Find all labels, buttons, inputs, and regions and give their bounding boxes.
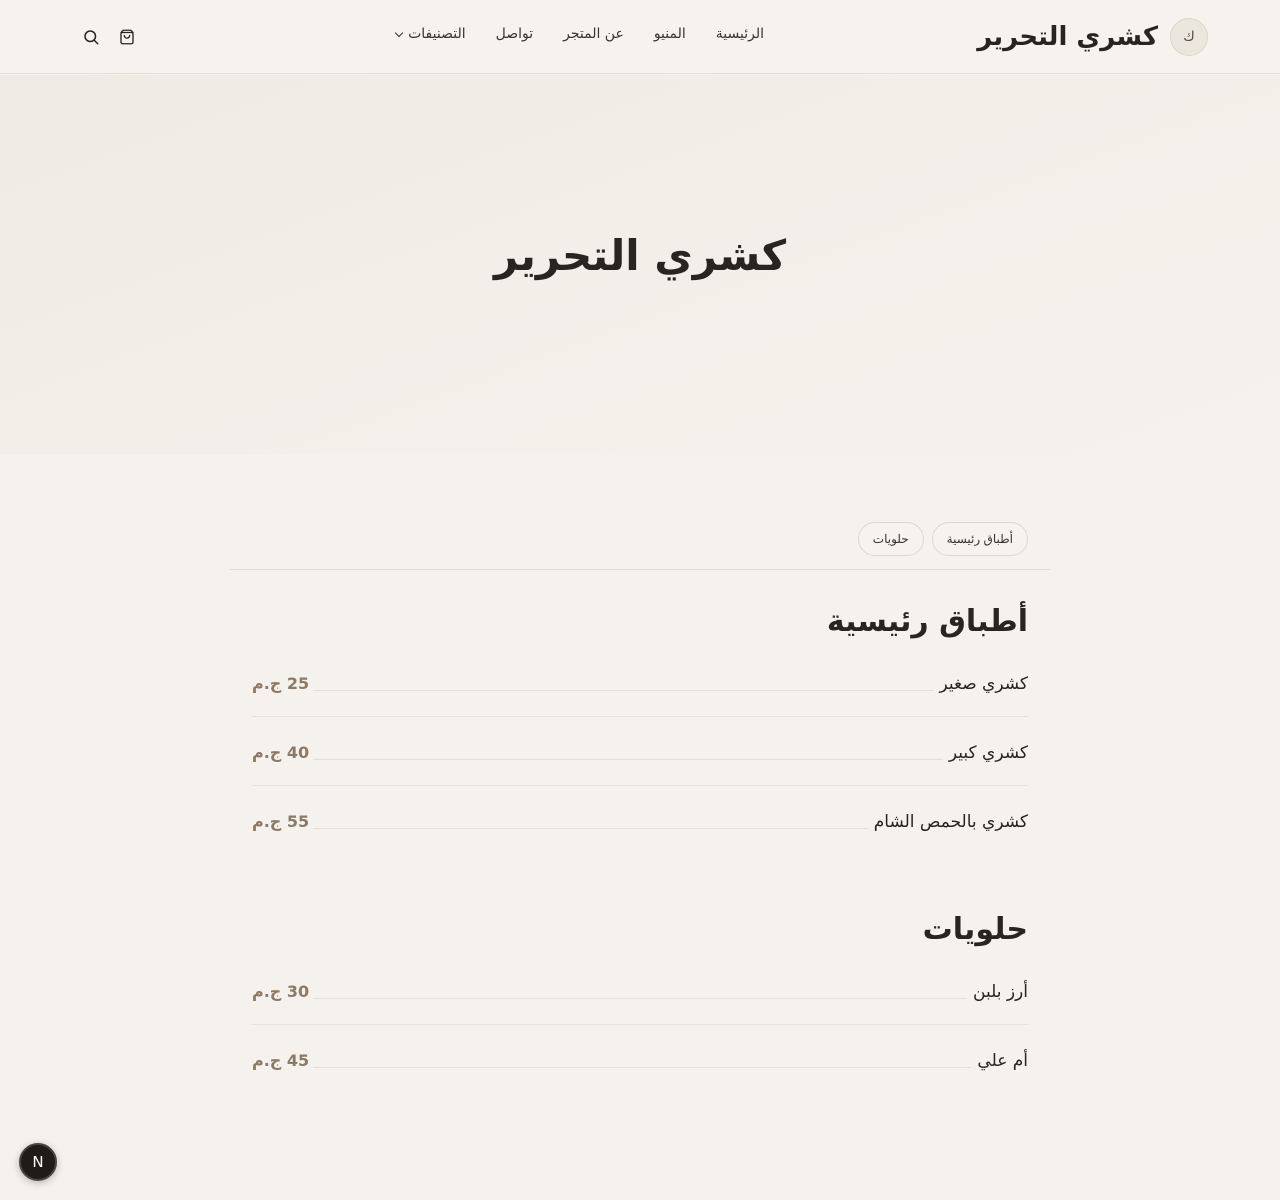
category-tabs: أطباق رئيسية حلويات [857, 522, 1028, 556]
menu-item-name: أم علي [971, 1051, 1028, 1071]
leader-line [300, 1067, 1028, 1068]
menu-item[interactable]: أرز بلبن 30 ج.م [252, 956, 1028, 1025]
nav-categories-label: التصنيفات [408, 26, 466, 42]
menu-item-price: 55 ج.م [252, 812, 314, 831]
nextjs-dev-badge[interactable]: N [19, 1143, 57, 1181]
header-tools [82, 28, 136, 46]
nav-home-label: الرئيسية [715, 26, 764, 42]
search-icon[interactable] [82, 28, 100, 46]
menu-item-name: كشري بالحمص الشام [867, 812, 1028, 832]
menu-item-name: كشري صغير [933, 674, 1028, 694]
menu-item[interactable]: أم علي 45 ج.م [252, 1025, 1028, 1094]
nav-contact[interactable]: تواصل [496, 26, 534, 42]
category-tabs-bar: أطباق رئيسية حلويات [230, 522, 1050, 570]
menu-section-desserts: حلويات أرز بلبن 30 ج.م أم علي 45 ج.م [252, 912, 1028, 1094]
leader-line [300, 690, 1028, 691]
nav-about[interactable]: عن المتجر [563, 26, 624, 42]
hero-banner: كشري التحرير [0, 75, 1280, 455]
nav-menu-label: المنيو [653, 26, 686, 42]
menu-item-price: 40 ج.م [252, 743, 314, 762]
menu-item-name: كشري كبير [942, 743, 1028, 763]
menu-item[interactable]: كشري صغير 25 ج.م [252, 648, 1028, 717]
tab-main-dishes[interactable]: أطباق رئيسية [931, 522, 1028, 556]
menu-item-price: 25 ج.م [252, 674, 314, 693]
section-title: أطباق رئيسية [826, 604, 1028, 639]
cart-icon[interactable] [118, 28, 136, 46]
tab-desserts[interactable]: حلويات [857, 522, 924, 556]
brand-logo-badge: ك [1170, 18, 1208, 56]
menu-item-price: 30 ج.م [252, 982, 314, 1001]
leader-line [300, 998, 1028, 999]
nav-categories-dropdown[interactable]: التصنيفات [394, 26, 466, 42]
section-title: حلويات [922, 912, 1028, 947]
menu-item-name: أرز بلبن [967, 982, 1028, 1002]
menu-item[interactable]: كشري كبير 40 ج.م [252, 717, 1028, 786]
hero-title: كشري التحرير [494, 230, 787, 280]
site-header: ك كشري التحرير الرئيسية المنيو عن المتجر… [0, 0, 1280, 74]
main-nav: الرئيسية المنيو عن المتجر تواصل التصنيفا… [394, 26, 764, 42]
nav-contact-label: تواصل [495, 26, 534, 42]
brand-name: كشري التحرير [977, 22, 1158, 52]
nav-about-label: عن المتجر [563, 26, 624, 42]
nav-home[interactable]: الرئيسية [716, 26, 764, 42]
chevron-down-icon [394, 28, 404, 37]
menu-item[interactable]: كشري بالحمص الشام 55 ج.م [252, 786, 1028, 855]
nav-menu[interactable]: المنيو [654, 26, 686, 42]
menu-section-main-dishes: أطباق رئيسية كشري صغير 25 ج.م كشري كبير … [252, 604, 1028, 855]
leader-line [300, 759, 1028, 760]
menu-item-price: 45 ج.م [252, 1051, 314, 1070]
brand[interactable]: ك كشري التحرير [977, 18, 1208, 56]
